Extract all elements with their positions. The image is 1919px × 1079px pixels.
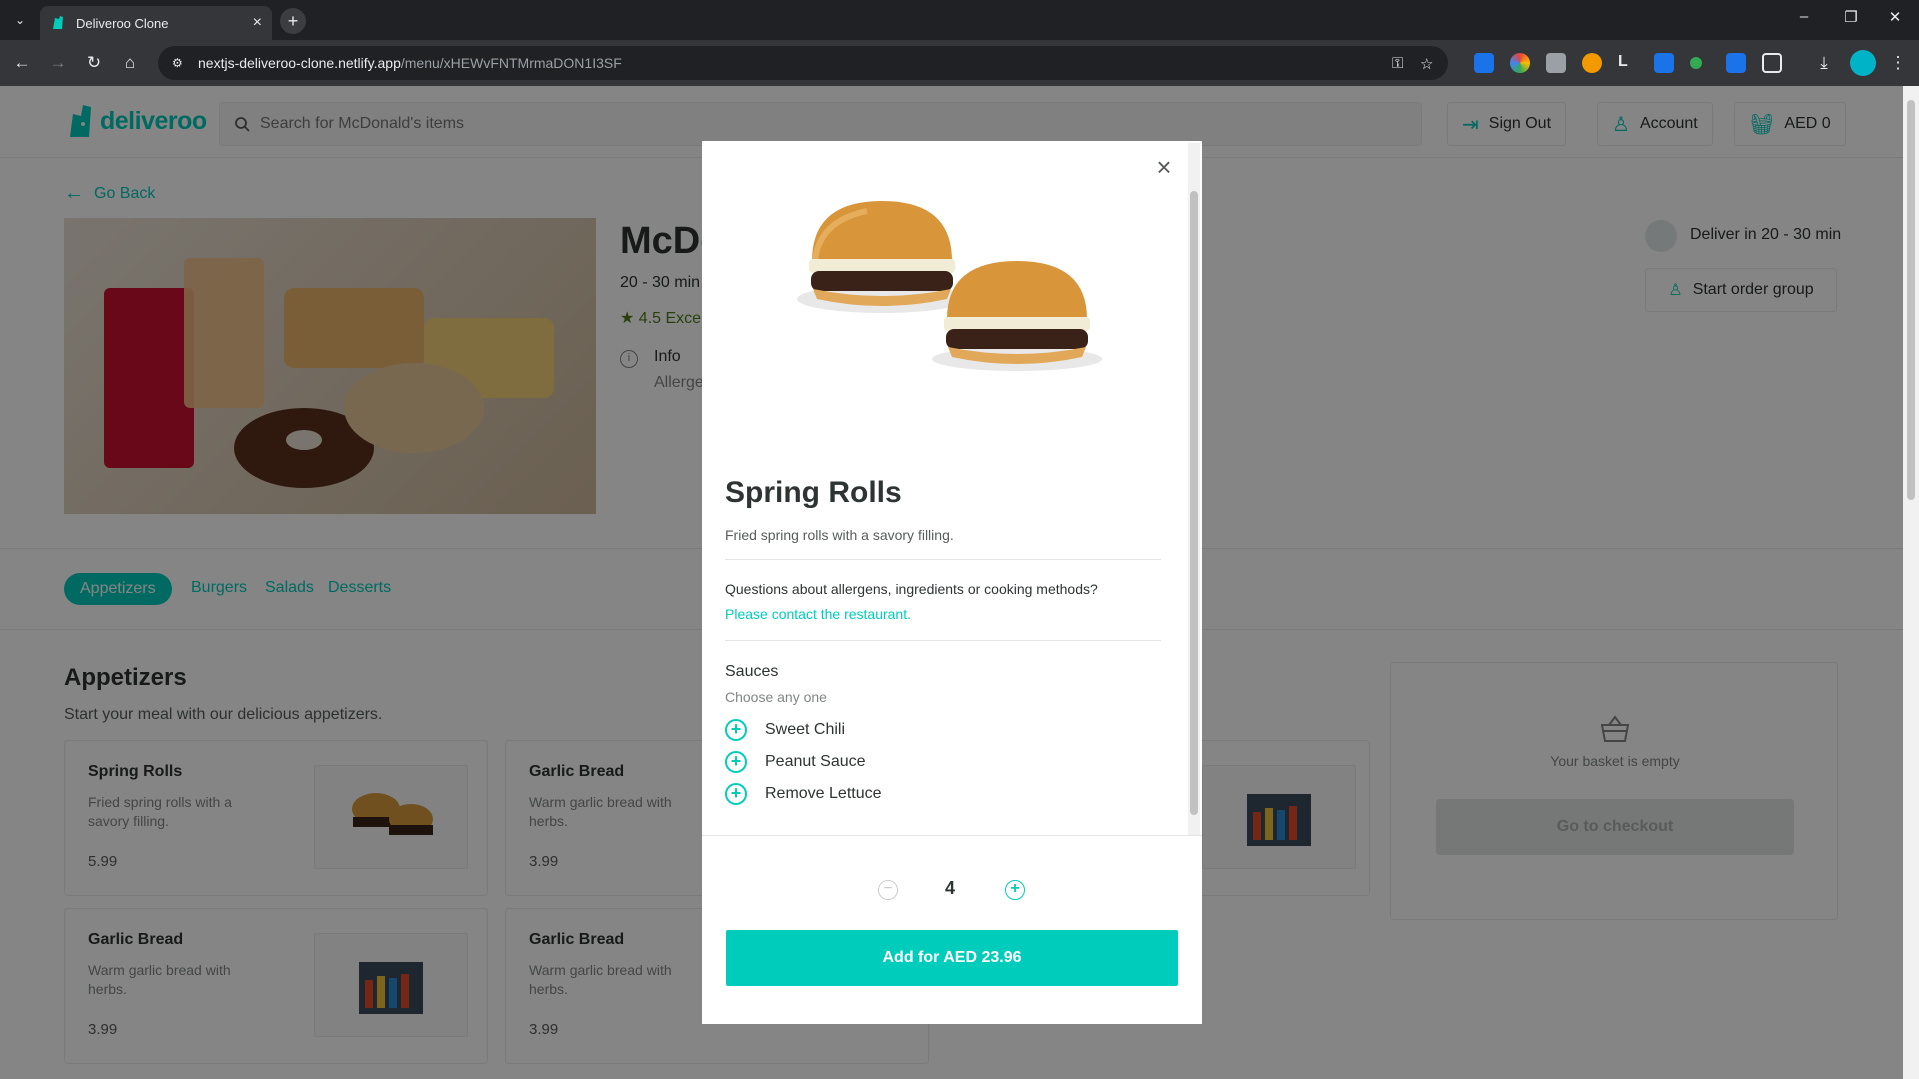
plus-circle-icon: + — [725, 719, 747, 741]
tab-search-icon[interactable]: ⌄ — [6, 8, 34, 32]
page-scrollbar[interactable] — [1903, 86, 1919, 1079]
extension-icon[interactable] — [1474, 53, 1494, 73]
site-info-icon[interactable]: ⚙ — [172, 56, 186, 70]
url-host: nextjs-deliveroo-clone.netlify.app — [198, 55, 401, 71]
item-modal: × Spring Rolls Fried spring rolls with a… — [702, 141, 1202, 1024]
modal-scrollbar-thumb[interactable] — [1190, 191, 1198, 815]
chrome-menu-icon[interactable]: ⋮ — [1886, 51, 1910, 75]
back-icon[interactable]: ← — [10, 51, 34, 75]
item-description: Fried spring rolls with a savory filling… — [725, 527, 954, 543]
home-icon[interactable]: ⌂ — [118, 51, 142, 75]
option-label: Sweet Chili — [765, 721, 846, 738]
l-extension-icon[interactable]: L — [1618, 53, 1638, 73]
add-to-basket-button[interactable]: Add for AED 23.96 — [726, 930, 1178, 986]
option-label: Peanut Sauce — [765, 753, 866, 770]
restore-icon[interactable]: ❐ — [1836, 8, 1866, 26]
divider — [725, 640, 1161, 641]
minimize-icon[interactable]: – — [1789, 8, 1819, 25]
reload-icon[interactable]: ↻ — [82, 51, 106, 75]
downloads-icon[interactable]: ⤓ — [1812, 51, 1836, 75]
window-close-icon[interactable]: ✕ — [1880, 8, 1910, 26]
option-label: Remove Lettuce — [765, 785, 882, 802]
modal-footer: − 4 + Add for AED 23.96 — [702, 835, 1202, 1024]
sauces-subtitle: Choose any one — [725, 689, 827, 705]
divider — [725, 559, 1161, 560]
new-tab-button[interactable]: + — [280, 8, 306, 34]
modal-scrollbar[interactable] — [1188, 143, 1200, 835]
address-bar[interactable]: ⚙ nextjs-deliveroo-clone.netlify.app/men… — [158, 46, 1448, 80]
sauce-option-peanut-sauce[interactable]: + Peanut Sauce — [725, 749, 866, 775]
modal-scroll-area: × Spring Rolls Fried spring rolls with a… — [702, 141, 1202, 835]
sauce-option-remove-lettuce[interactable]: + Remove Lettuce — [725, 781, 882, 807]
tab-close-icon[interactable]: × — [253, 14, 262, 32]
contact-restaurant-link[interactable]: Please contact the restaurant. — [725, 606, 911, 622]
bookmark-star-icon[interactable]: ☆ — [1420, 55, 1433, 73]
url-path: /menu/xHEWvFNTMrmaDON1I3SF — [400, 55, 622, 71]
plus-circle-icon: + — [725, 751, 747, 773]
close-icon[interactable]: × — [1150, 152, 1178, 182]
chrome-extension-icon[interactable] — [1510, 53, 1530, 73]
page: deliveroo ⇥ Sign Out ♙ Account 🧺︎ AED 0 … — [0, 86, 1903, 1079]
item-title: Spring Rolls — [725, 476, 902, 509]
download-extension-icon[interactable] — [1654, 53, 1674, 73]
extensions-puzzle-icon[interactable] — [1762, 53, 1782, 73]
profile-avatar-icon[interactable] — [1850, 50, 1876, 76]
increase-quantity-button[interactable]: + — [1005, 880, 1025, 900]
green-extension-icon[interactable] — [1690, 57, 1702, 69]
screenshot-extension-icon[interactable] — [1726, 53, 1746, 73]
decrease-quantity-button[interactable]: − — [878, 880, 898, 900]
plus-circle-icon: + — [725, 783, 747, 805]
camera-extension-icon[interactable] — [1546, 53, 1566, 73]
forward-icon[interactable]: → — [46, 51, 70, 75]
firefox-extension-icon[interactable] — [1582, 53, 1602, 73]
password-key-icon[interactable]: ⚿ — [1392, 55, 1403, 72]
page-scrollbar-thumb[interactable] — [1907, 100, 1915, 500]
item-image — [777, 181, 1107, 381]
sauces-title: Sauces — [725, 663, 779, 680]
allergen-question: Questions about allergens, ingredients o… — [725, 581, 1098, 597]
browser-toolbar: ← → ↻ ⌂ ⚙ nextjs-deliveroo-clone.netlify… — [0, 40, 1919, 86]
browser-tab-bar: ⌄ Deliveroo Clone × + – ❐ ✕ — [0, 0, 1919, 40]
quantity-value: 4 — [944, 878, 955, 898]
deliveroo-favicon-icon — [53, 16, 63, 29]
sauce-option-sweet-chili[interactable]: + Sweet Chili — [725, 717, 845, 743]
tab-title: Deliveroo Clone — [76, 15, 169, 31]
browser-tab[interactable]: Deliveroo Clone × — [40, 6, 272, 40]
